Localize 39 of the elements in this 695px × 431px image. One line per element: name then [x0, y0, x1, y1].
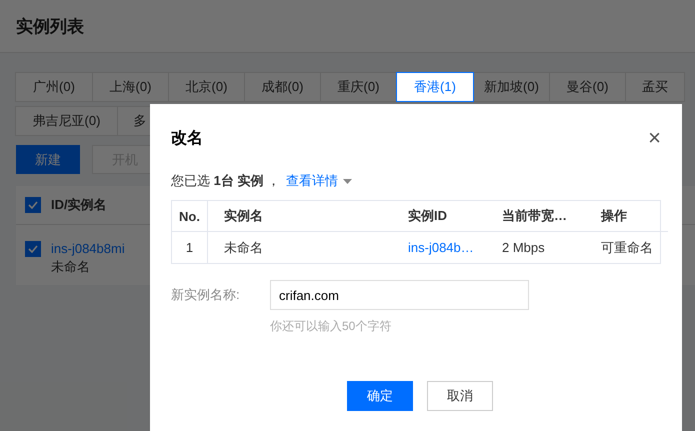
- region-tab[interactable]: 上海(0): [92, 72, 169, 102]
- region-tab[interactable]: 新加坡(0): [473, 72, 550, 102]
- region-tab[interactable]: 弗吉尼亚(0): [15, 106, 118, 136]
- field-hint: 你还可以输入50个字符: [270, 318, 392, 335]
- field-label: 新实例名称:: [171, 286, 241, 304]
- select-all-checkbox[interactable]: [25, 197, 41, 213]
- view-details-link[interactable]: 查看详情: [286, 172, 352, 190]
- region-tab[interactable]: 香港(1): [396, 72, 474, 102]
- column-header: 操作: [585, 201, 668, 232]
- check-icon: [28, 245, 38, 253]
- caret-icon: [343, 178, 352, 184]
- cancel-button[interactable]: 取消: [427, 381, 493, 411]
- table-cell-text: 可重命名: [600, 238, 654, 256]
- selection-summary: 您已选 1台 实例 ，: [171, 172, 280, 190]
- confirm-button[interactable]: 确定: [347, 381, 413, 411]
- column-header: ID/实例名: [51, 196, 107, 214]
- dialog-title: 改名: [171, 128, 203, 148]
- close-button[interactable]: ×: [648, 127, 661, 149]
- region-tab[interactable]: 曼谷(0): [549, 72, 626, 102]
- table-cell: 1: [172, 232, 208, 263]
- instance-id-link[interactable]: ins-j084b8mi: [51, 241, 125, 256]
- column-header: No.: [172, 201, 208, 232]
- page-title: 实例列表: [16, 16, 84, 38]
- region-tab[interactable]: 重庆(0): [320, 72, 397, 102]
- region-tab[interactable]: 成都(0): [244, 72, 321, 102]
- table-cell-text: 未命名: [223, 238, 264, 256]
- region-tab[interactable]: 广州(0): [15, 72, 93, 102]
- instance-id-link[interactable]: ins-j084b…: [392, 232, 486, 263]
- column-header: 当前带宽…: [486, 201, 585, 232]
- check-icon: [28, 201, 38, 209]
- column-header: 实例ID: [392, 201, 486, 232]
- column-header: 实例名: [208, 201, 392, 232]
- row-checkbox[interactable]: [25, 241, 41, 257]
- table-cell-text: 2 Mbps: [501, 239, 546, 257]
- create-button[interactable]: 新建: [16, 145, 80, 174]
- region-tab[interactable]: 孟买: [625, 72, 685, 102]
- instance-name: 未命名: [51, 258, 91, 276]
- region-tab[interactable]: 北京(0): [168, 72, 245, 102]
- instance-name-input[interactable]: crifan.com: [270, 280, 529, 310]
